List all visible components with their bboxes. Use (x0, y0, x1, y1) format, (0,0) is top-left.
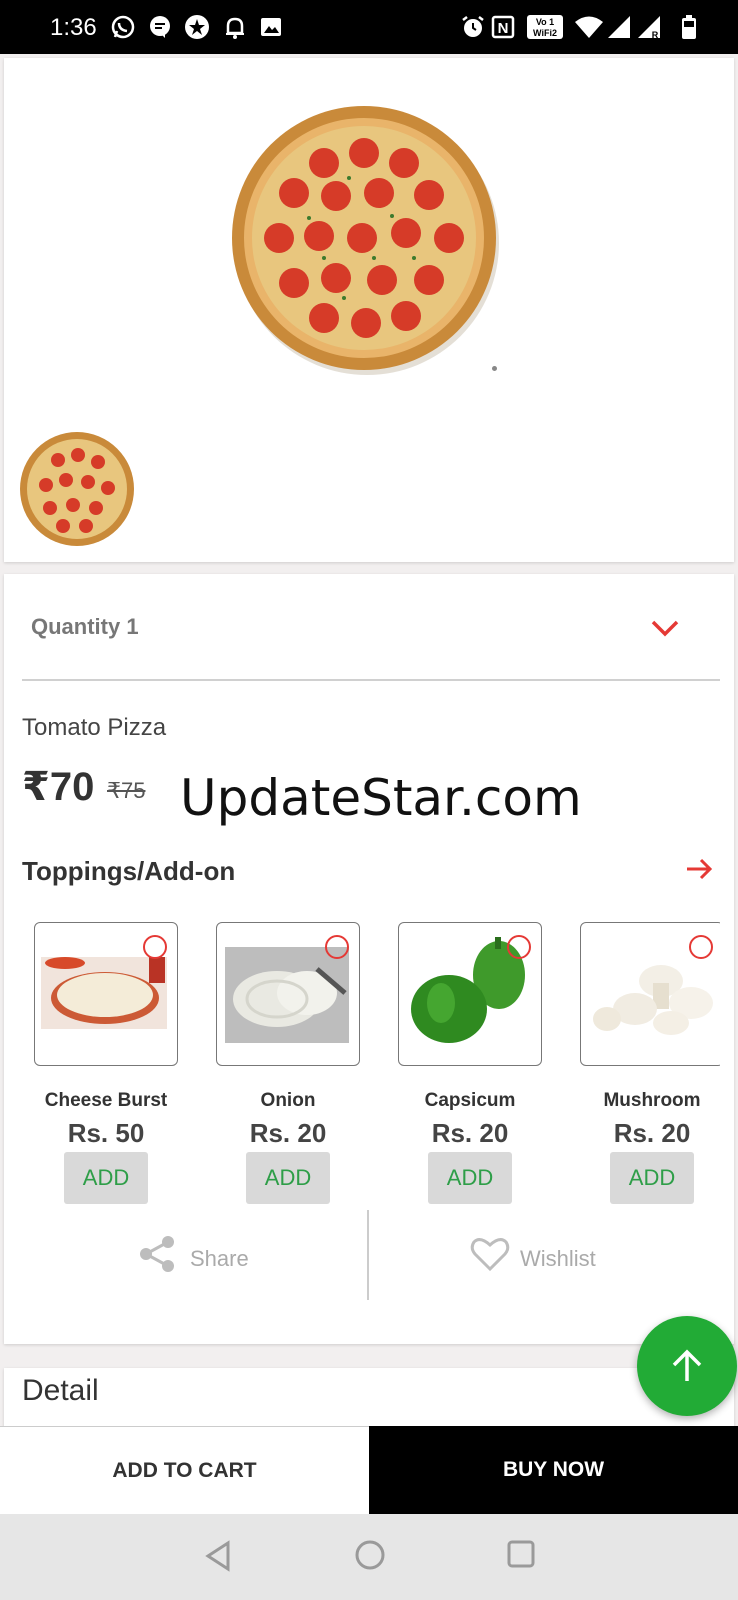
bottom-action-bar: ADD TO CART BUY NOW (0, 1426, 738, 1514)
add-topping-button[interactable]: ADD (428, 1152, 512, 1204)
message-icon (150, 16, 170, 38)
image-icon (261, 18, 281, 36)
svg-text:WiFi2: WiFi2 (533, 28, 557, 38)
topping-thumbnail[interactable] (216, 922, 360, 1066)
topping-price: Rs. 20 (249, 1118, 327, 1148)
detail-title: Detail (22, 1374, 99, 1407)
share-button[interactable]: Share (4, 1224, 369, 1314)
product-info-card: Quantity 1 Tomato Pizza ₹70 ₹75 UpdateSt… (4, 574, 734, 1344)
topping-price: Rs. 20 (613, 1118, 691, 1148)
vowifi-icon: Vo 1WiFi2 (527, 15, 563, 39)
bell-icon (226, 17, 244, 39)
add-topping-button[interactable]: ADD (610, 1152, 694, 1204)
wifi-icon (575, 16, 603, 38)
status-time: 1:36 (50, 14, 97, 41)
wishlist-button[interactable]: Wishlist (370, 1224, 734, 1314)
topping-radio[interactable] (325, 935, 349, 959)
topping-name: Cheese Burst (44, 1090, 168, 1111)
toppings-title: Toppings/Add-on (22, 856, 236, 886)
product-price: ₹70 (22, 765, 95, 809)
vertical-divider (367, 1210, 369, 1300)
star-icon (185, 15, 209, 39)
watermark-text: UpdateStar.com (180, 769, 582, 827)
buy-now-button[interactable]: BUY NOW (369, 1426, 738, 1514)
system-nav-bar (0, 1514, 738, 1600)
add-topping-button[interactable]: ADD (246, 1152, 330, 1204)
whatsapp-icon (111, 15, 135, 39)
arrow-up-icon (672, 1349, 702, 1381)
battery-icon (682, 15, 696, 39)
svg-text:Vo 1: Vo 1 (536, 17, 554, 27)
topping-thumbnail[interactable] (580, 922, 720, 1066)
wishlist-label: Wishlist (520, 1246, 596, 1271)
pizza-thumbnail[interactable] (18, 430, 136, 548)
topping-name: Capsicum (424, 1090, 516, 1111)
nfc-icon: N (491, 15, 515, 39)
topping-name: Onion (260, 1090, 316, 1111)
topping-price: Rs. 20 (431, 1118, 509, 1148)
topping-radio[interactable] (689, 935, 713, 959)
carousel-dot (492, 366, 497, 371)
heart-icon (470, 1238, 510, 1272)
add-to-cart-button[interactable]: ADD TO CART (0, 1426, 369, 1514)
share-icon (140, 1236, 174, 1272)
topping-thumbnail[interactable] (34, 922, 178, 1066)
topping-radio[interactable] (507, 935, 531, 959)
svg-text:N: N (498, 20, 509, 37)
svg-text:R: R (652, 30, 659, 40)
quantity-selector[interactable]: Quantity 1 (22, 604, 722, 654)
pizza-image[interactable] (224, 98, 504, 378)
home-icon[interactable] (354, 1539, 386, 1571)
topping-name: Mushroom (603, 1090, 701, 1111)
add-topping-button[interactable]: ADD (64, 1152, 148, 1204)
topping-price: Rs. 50 (67, 1118, 145, 1148)
product-mrp: ₹75 (107, 778, 146, 803)
signal-roaming-icon: R (638, 16, 660, 40)
share-label: Share (190, 1246, 249, 1271)
recents-icon[interactable] (506, 1539, 536, 1569)
scroll-top-button[interactable] (637, 1316, 737, 1416)
back-icon[interactable] (203, 1539, 233, 1573)
topping-thumbnail[interactable] (398, 922, 542, 1066)
product-gallery (4, 58, 734, 562)
chevron-down-icon[interactable] (650, 616, 680, 640)
detail-card: Detail (4, 1368, 734, 1428)
status-bar: 1:36 N Vo 1 WiFi2 R (0, 0, 738, 54)
topping-radio[interactable] (143, 935, 167, 959)
quantity-label: Quantity 1 (31, 614, 139, 639)
alarm-icon (462, 16, 484, 37)
signal-icon (608, 16, 630, 38)
arrow-right-icon[interactable] (684, 854, 714, 884)
product-name: Tomato Pizza (22, 714, 167, 741)
divider (22, 679, 720, 681)
